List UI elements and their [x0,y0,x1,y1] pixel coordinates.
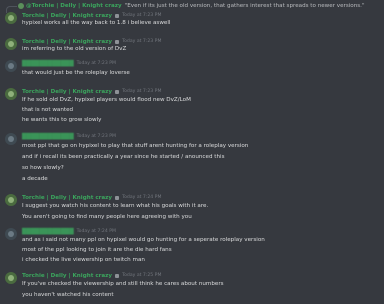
badge-icon [115,273,120,278]
timestamp: Today at 7:23 PM [122,89,162,94]
reply-author[interactable]: @Torchie | Delly | Knight crazy [26,3,122,9]
message-header: ████████████ Today at 7:24 PM [22,228,116,235]
badge-icon [115,89,120,94]
avatar[interactable] [5,60,17,72]
avatar[interactable] [5,228,17,240]
message-text: hypixel works all the way back to 1.8 i … [22,20,171,26]
author-name-redacted[interactable]: ████████████ [22,229,74,235]
message-header: Torchie | Delly | Knight crazy Today at … [22,194,161,201]
author-name[interactable]: Torchie | Delly | Knight crazy [22,273,112,279]
badge-icon [115,13,120,18]
message-text: You aren't going to find many people her… [22,214,192,220]
avatar[interactable] [5,133,17,145]
timestamp: Today at 7:23 PM [122,13,162,18]
author-name[interactable]: Torchie | Delly | Knight crazy [22,39,112,45]
message-text: If he sold old DvZ, hypixel players woul… [22,97,191,103]
timestamp: Today at 7:24 PM [122,195,162,200]
message-text: that would just be the roleplay loverse [22,70,130,76]
avatar[interactable] [5,38,17,50]
author-name[interactable]: Torchie | Delly | Knight crazy [22,13,112,19]
message-text: i checked the live viewership on twitch … [22,257,145,263]
timestamp: Today at 7:24 PM [76,229,116,234]
message-text: im referring to the old version of DvZ [22,46,127,52]
message-text: If you've checked the viewership and sti… [22,281,224,287]
message-header: Torchie | Delly | Knight crazy Today at … [22,38,161,45]
message-text: and if i recall its been practically a y… [22,154,225,160]
reply-text: "Even if its just the old version, that … [124,3,365,9]
timestamp: Today at 7:25 PM [122,273,162,278]
message-header: ████████████ Today at 7:23 PM [22,60,116,67]
timestamp: Today at 7:23 PM [76,134,116,139]
avatar[interactable] [5,88,17,100]
message-text: a decade [22,176,48,182]
author-name[interactable]: Torchie | Delly | Knight crazy [22,89,112,95]
avatar[interactable] [5,272,17,284]
badge-icon [115,39,120,44]
message-header: ████████████ Today at 7:23 PM [22,133,116,140]
timestamp: Today at 7:23 PM [122,39,162,44]
timestamp: Today at 7:23 PM [76,61,116,66]
message-text: most ppl that go on hypixel to play that… [22,143,249,149]
badge-icon [115,195,120,200]
author-name[interactable]: Torchie | Delly | Knight crazy [22,195,112,201]
message-header: Torchie | Delly | Knight crazy Today at … [22,12,161,19]
reply-preview[interactable]: @Torchie | Delly | Knight crazy "Even if… [18,2,380,10]
message-text: that is not wanted [22,107,74,113]
message-header: Torchie | Delly | Knight crazy Today at … [22,88,161,95]
author-name-redacted[interactable]: ████████████ [22,61,74,67]
reply-avatar [18,3,24,9]
avatar[interactable] [5,12,17,24]
author-name-redacted[interactable]: ████████████ [22,134,74,140]
message-text: most of the ppl looking to join it are t… [22,247,172,253]
avatar[interactable] [5,194,17,206]
message-text: I suggest you watch his content to learn… [22,203,209,209]
message-header: Torchie | Delly | Knight crazy Today at … [22,272,161,279]
message-text: so how slowly? [22,165,64,171]
message-text: you haven't watched his content [22,292,114,298]
message-text: and as i said not many ppl on hypixel wo… [22,237,265,243]
message-text: he wants this to grow slowly [22,117,102,123]
